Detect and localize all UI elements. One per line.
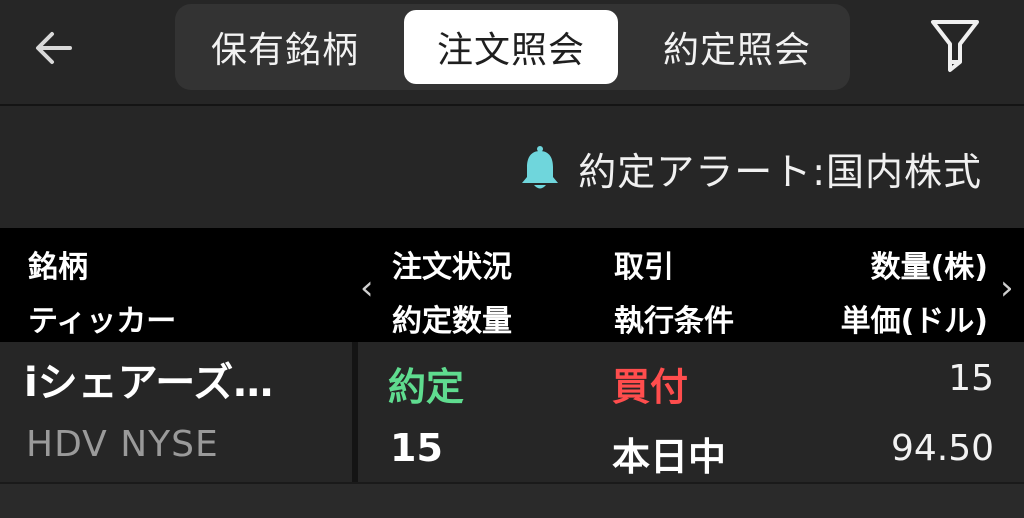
execution-alert-link[interactable]: 約定アラート:国内株式 <box>520 142 982 194</box>
list-footer <box>0 482 1024 518</box>
header-quantity: 数量(株) <box>870 250 988 285</box>
arrow-left-icon <box>36 32 72 64</box>
order-quantity: 15 <box>948 358 994 399</box>
segmented-tabs: 保有銘柄 注文照会 約定照会 <box>175 4 850 90</box>
tab-order-inquiry[interactable]: 注文照会 <box>404 10 618 84</box>
header-ticker: ティッカー <box>28 304 177 339</box>
top-bar: 保有銘柄 注文照会 約定照会 <box>0 0 1024 106</box>
alert-bar: 約定アラート:国内株式 <box>0 108 1024 228</box>
alert-label: 約定アラート:国内株式 <box>578 149 982 194</box>
header-unit-price: 単価(ドル) <box>840 304 988 339</box>
filter-button[interactable] <box>920 14 990 78</box>
header-trade-type: 取引 <box>614 250 674 285</box>
tab-holdings[interactable]: 保有銘柄 <box>175 10 395 84</box>
scroll-right-icon[interactable]: › <box>1000 268 1014 308</box>
unit-price: 94.50 <box>890 428 994 469</box>
bell-icon <box>522 146 559 189</box>
header-order-status: 注文状況 <box>392 250 512 285</box>
header-filled-quantity: 約定数量 <box>392 304 512 339</box>
column-divider <box>352 342 358 482</box>
header-stock-name: 銘柄 <box>28 250 88 285</box>
tab-execution-inquiry[interactable]: 約定照会 <box>627 10 847 84</box>
stock-name[interactable]: iシェアーズ… <box>24 350 273 408</box>
trade-side: 買付 <box>612 365 689 409</box>
scroll-left-icon[interactable]: ‹ <box>360 268 374 308</box>
back-button[interactable] <box>28 22 80 74</box>
execution-condition: 本日中 <box>612 435 727 479</box>
filled-quantity: 15 <box>390 426 443 470</box>
header-execution-condition: 執行条件 <box>614 304 734 339</box>
order-status: 約定 <box>388 365 465 409</box>
filter-icon <box>931 20 979 72</box>
stock-ticker: HDV NYSE <box>26 424 219 465</box>
